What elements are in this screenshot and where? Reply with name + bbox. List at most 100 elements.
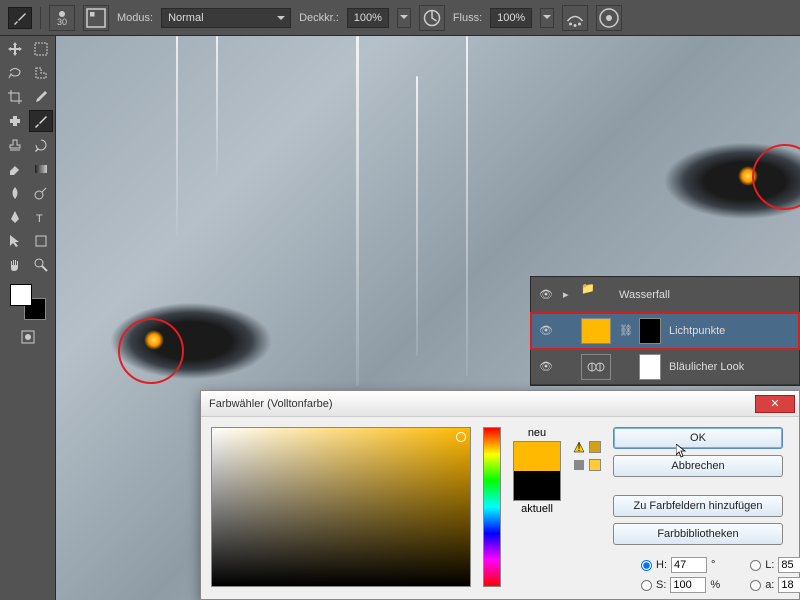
fg-color-swatch[interactable] bbox=[10, 284, 32, 306]
layer-row[interactable]: 👁 Bläulicher Look bbox=[531, 349, 799, 385]
current-label: aktuell bbox=[521, 503, 553, 515]
gamut-warning-icon[interactable]: ! bbox=[573, 441, 585, 453]
layers-panel: 👁 ▸ 📁 Wasserfall 👁 ⛓ Lichtpunkte 👁 Bläul… bbox=[530, 276, 800, 386]
dialog-titlebar[interactable]: Farbwähler (Volltonfarbe) ✕ bbox=[201, 391, 799, 417]
hand-tool[interactable] bbox=[3, 254, 27, 276]
color-values: H: ° S:% L: a: bbox=[641, 557, 800, 593]
close-icon: ✕ bbox=[770, 397, 779, 410]
websafe-warning-swatch[interactable] bbox=[589, 459, 601, 471]
toolbox: T bbox=[0, 36, 56, 600]
shape-tool[interactable] bbox=[29, 230, 53, 252]
color-libraries-button[interactable]: Farbbibliotheken bbox=[613, 523, 783, 545]
field-cursor-icon bbox=[456, 432, 466, 442]
visibility-icon[interactable]: 👁 bbox=[537, 360, 555, 373]
new-color-swatch[interactable] bbox=[514, 442, 560, 471]
color-preview bbox=[513, 441, 561, 501]
eraser-tool[interactable] bbox=[3, 158, 27, 180]
pen-tool[interactable] bbox=[3, 206, 27, 228]
brush-preset-picker[interactable]: 30 bbox=[49, 5, 75, 31]
current-color-swatch[interactable] bbox=[514, 471, 560, 500]
path-select-tool[interactable] bbox=[3, 230, 27, 252]
flow-field[interactable]: 100% bbox=[490, 8, 532, 28]
h-radio[interactable] bbox=[641, 560, 652, 571]
layer-mask-thumb[interactable] bbox=[639, 354, 661, 380]
disclosure-icon[interactable]: ▸ bbox=[563, 288, 573, 301]
options-bar: 30 Modus: Normal Deckkr.: 100% Fluss: 10… bbox=[0, 0, 800, 36]
opacity-field[interactable]: 100% bbox=[347, 8, 389, 28]
marquee-tool[interactable] bbox=[29, 38, 53, 60]
brush-tool[interactable] bbox=[29, 110, 53, 132]
s-field[interactable] bbox=[670, 577, 706, 593]
add-swatch-button[interactable]: Zu Farbfeldern hinzufügen bbox=[613, 495, 783, 517]
color-swatches[interactable] bbox=[10, 284, 46, 320]
h-field[interactable] bbox=[671, 557, 707, 573]
s-unit: % bbox=[710, 579, 720, 591]
opacity-dropdown-icon[interactable] bbox=[397, 8, 411, 28]
h-unit: ° bbox=[711, 559, 715, 571]
new-label: neu bbox=[528, 427, 546, 439]
color-field[interactable] bbox=[211, 427, 471, 587]
folder-icon: 📁 bbox=[581, 282, 611, 308]
ok-button[interactable]: OK bbox=[613, 427, 783, 449]
quickmask-toggle[interactable] bbox=[16, 326, 40, 348]
brush-panel-toggle[interactable] bbox=[83, 5, 109, 31]
airbrush-toggle[interactable] bbox=[562, 5, 588, 31]
blend-mode-value: Normal bbox=[168, 12, 203, 24]
layer-name[interactable]: Lichtpunkte bbox=[669, 325, 725, 337]
flow-dropdown-icon[interactable] bbox=[540, 8, 554, 28]
l-label: L: bbox=[765, 559, 774, 571]
s-radio[interactable] bbox=[641, 580, 652, 591]
a-radio[interactable] bbox=[750, 580, 761, 591]
mouse-cursor-icon bbox=[676, 444, 692, 460]
l-field[interactable] bbox=[778, 557, 800, 573]
a-field[interactable] bbox=[778, 577, 800, 593]
gradient-tool[interactable] bbox=[29, 158, 53, 180]
blend-mode-dropdown[interactable]: Normal bbox=[161, 8, 291, 28]
healing-tool[interactable] bbox=[3, 110, 27, 132]
tool-indicator-brush-icon bbox=[8, 7, 32, 29]
canvas-art bbox=[176, 36, 178, 236]
link-icon[interactable]: ⛓ bbox=[619, 324, 631, 337]
hue-slider[interactable] bbox=[483, 427, 501, 587]
websafe-warning-icon[interactable] bbox=[573, 459, 585, 471]
stamp-tool[interactable] bbox=[3, 134, 27, 156]
visibility-icon[interactable]: 👁 bbox=[537, 288, 555, 301]
type-tool[interactable]: T bbox=[29, 206, 53, 228]
layer-thumb[interactable] bbox=[581, 318, 611, 344]
pressure-size-toggle[interactable] bbox=[596, 5, 622, 31]
brush-size-value: 30 bbox=[57, 17, 67, 27]
lasso-tool[interactable] bbox=[3, 62, 27, 84]
canvas-art bbox=[356, 36, 359, 386]
zoom-tool[interactable] bbox=[29, 254, 53, 276]
a-label: a: bbox=[765, 579, 774, 591]
layer-row-group[interactable]: 👁 ▸ 📁 Wasserfall bbox=[531, 277, 799, 313]
move-tool[interactable] bbox=[3, 38, 27, 60]
layer-row-selected[interactable]: 👁 ⛓ Lichtpunkte bbox=[531, 313, 799, 349]
canvas-art bbox=[216, 36, 218, 176]
eyedropper-tool[interactable] bbox=[29, 86, 53, 108]
color-warnings: ! bbox=[573, 441, 601, 587]
dodge-tool[interactable] bbox=[29, 182, 53, 204]
pressure-opacity-toggle[interactable] bbox=[419, 5, 445, 31]
canvas-art bbox=[416, 76, 418, 356]
quick-select-tool[interactable] bbox=[29, 62, 53, 84]
canvas-art bbox=[466, 36, 468, 376]
layer-name[interactable]: Wasserfall bbox=[619, 289, 670, 301]
blur-tool[interactable] bbox=[3, 182, 27, 204]
l-radio[interactable] bbox=[750, 560, 761, 571]
gamut-warning-swatch[interactable] bbox=[589, 441, 601, 453]
svg-text:T: T bbox=[36, 213, 43, 225]
crop-tool[interactable] bbox=[3, 86, 27, 108]
s-label: S: bbox=[656, 579, 666, 591]
close-button[interactable]: ✕ bbox=[755, 395, 795, 413]
visibility-icon[interactable]: 👁 bbox=[537, 324, 555, 337]
layer-name[interactable]: Bläulicher Look bbox=[669, 361, 744, 373]
opacity-label: Deckkr.: bbox=[299, 12, 339, 24]
h-label: H: bbox=[656, 559, 667, 571]
history-brush-tool[interactable] bbox=[29, 134, 53, 156]
cancel-button[interactable]: Abbrechen bbox=[613, 455, 783, 477]
layer-mask-thumb[interactable] bbox=[639, 318, 661, 344]
adjustment-icon[interactable] bbox=[581, 354, 611, 380]
annotation-circle bbox=[118, 318, 184, 384]
color-picker-dialog: Farbwähler (Volltonfarbe) ✕ neu aktuell … bbox=[200, 390, 800, 600]
